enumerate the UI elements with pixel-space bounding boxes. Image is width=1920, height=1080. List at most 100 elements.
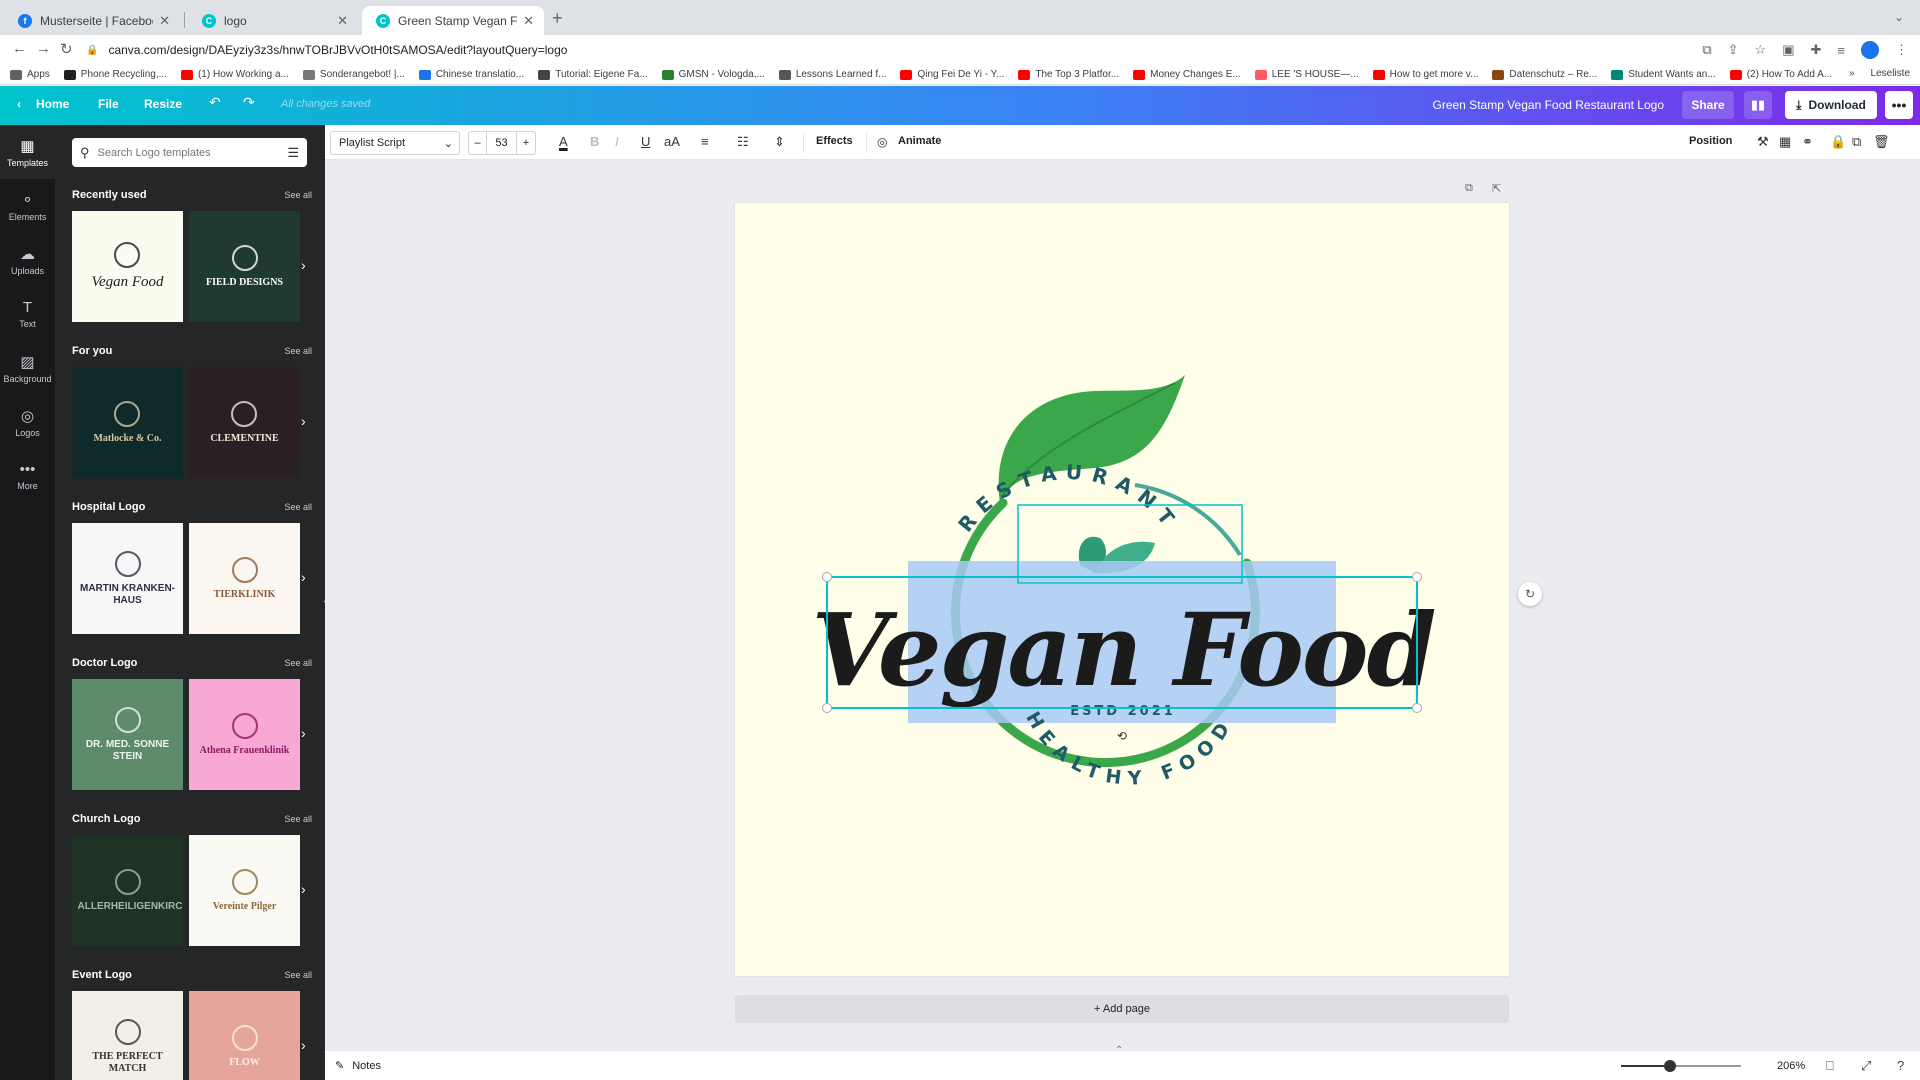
undo-icon[interactable]: ↶	[209, 94, 221, 111]
align-center-icon[interactable]: ≡	[701, 134, 709, 149]
effects-button[interactable]: Effects	[816, 135, 853, 147]
notes-button[interactable]: ✎ Notes	[335, 1059, 381, 1073]
copy-style-icon[interactable]: ⚒	[1757, 134, 1769, 150]
letter-case-icon[interactable]: aA	[664, 134, 680, 149]
bookmark-item[interactable]: How to get more v...	[1372, 69, 1478, 80]
zoom-level[interactable]: 206%	[1777, 1060, 1805, 1072]
close-tab-icon[interactable]: ✕	[523, 13, 534, 29]
filter-icon[interactable]: ☰	[287, 145, 299, 161]
bookmark-item[interactable]: Student Wants an...	[1611, 69, 1716, 80]
spacing-icon[interactable]: ⇕	[774, 134, 785, 150]
template-thumbnail[interactable]: ALLERHEILIGENKIRCHE	[72, 835, 183, 946]
redo-icon[interactable]: ↷	[243, 94, 255, 111]
close-tab-icon[interactable]: ✕	[159, 13, 170, 29]
see-all-link[interactable]: See all	[284, 190, 312, 200]
expand-notes-chevron-icon[interactable]: ⌃	[1115, 1045, 1123, 1056]
text-color-icon[interactable]: A	[559, 134, 568, 149]
chevron-right-icon[interactable]: ›	[301, 1037, 306, 1053]
template-thumbnail[interactable]: FIELD DESIGNS	[189, 211, 300, 322]
delete-icon[interactable]: 🗑	[1873, 134, 1890, 150]
transparency-icon[interactable]: ▦	[1779, 134, 1791, 150]
rail-item-logos[interactable]: ◎ Logos	[0, 395, 55, 449]
bookmark-item[interactable]: The Top 3 Platfor...	[1018, 69, 1119, 80]
template-thumbnail[interactable]: THE PERFECT MATCH	[72, 991, 183, 1080]
download-button[interactable]: ⤓ Download	[1785, 91, 1877, 119]
underline-icon[interactable]: U	[641, 134, 650, 149]
resize-handle-top-left[interactable]	[822, 572, 832, 582]
resize-handle-bottom-right[interactable]	[1412, 703, 1422, 713]
page-count-icon[interactable]: ⎕	[1826, 1058, 1834, 1074]
fullscreen-icon[interactable]: ⤢	[1861, 1058, 1871, 1074]
share-button[interactable]: Share	[1682, 91, 1734, 119]
browser-tab-active[interactable]: C Green Stamp Vegan Food Rest ✕	[362, 6, 544, 35]
zoom-slider[interactable]	[1621, 1060, 1741, 1072]
more-options-button[interactable]: •••	[1885, 91, 1913, 119]
bookmark-item[interactable]: Chinese translatio...	[418, 69, 524, 80]
see-all-link[interactable]: See all	[284, 970, 312, 980]
rail-item-text[interactable]: T Text	[0, 287, 55, 341]
list-icon[interactable]: ☷	[737, 134, 749, 150]
refresh-rotate-button[interactable]: ↻	[1518, 582, 1542, 606]
resize-handle-top-right[interactable]	[1412, 572, 1422, 582]
bookmark-item[interactable]: (2) How To Add A...	[1729, 69, 1832, 80]
template-thumbnail[interactable]: TIERKLINIK	[189, 523, 300, 634]
template-search-box[interactable]: ⚲ ☰	[72, 138, 307, 167]
rail-item-background[interactable]: ▨ Background	[0, 341, 55, 395]
bookmark-item[interactable]: Lessons Learned f...	[778, 69, 886, 80]
back-icon[interactable]: ←	[12, 40, 27, 57]
rail-item-elements[interactable]: ⚬ Elements	[0, 179, 55, 233]
rail-item-more[interactable]: ••• More	[0, 449, 55, 503]
bookmark-item[interactable]: Apps	[10, 69, 50, 80]
browser-menu-icon[interactable]: ⋮	[1895, 42, 1908, 58]
chevron-right-icon[interactable]: ›	[301, 257, 306, 273]
bookmark-item[interactable]: GMSN - Vologda,...	[661, 69, 765, 80]
reading-list-button[interactable]: Leseliste	[1871, 68, 1910, 79]
forward-icon[interactable]: →	[36, 40, 51, 57]
design-page[interactable]: Vegan Food RESTAURANT ESTD 2021 HEALTHY …	[735, 203, 1509, 976]
rotate-icon[interactable]: ⟲	[1117, 729, 1127, 743]
logo-script-text[interactable]: Vegan Food	[811, 591, 1436, 709]
bold-icon[interactable]: B	[590, 134, 599, 149]
bookmark-item[interactable]: Money Changes E...	[1133, 69, 1241, 80]
bookmark-item[interactable]: (1) How Working a...	[180, 69, 289, 80]
bookmark-item[interactable]: LEE 'S HOUSE—...	[1254, 69, 1359, 80]
insights-icon[interactable]: ▮▮	[1744, 91, 1772, 119]
browser-tab-logo[interactable]: C logo ✕	[188, 6, 358, 35]
rail-item-templates[interactable]: ▦ Templates	[0, 125, 55, 179]
chevron-right-icon[interactable]: ›	[301, 569, 306, 585]
url-field[interactable]: 🔒 canva.com/design/DAEyziy3z3s/hnwTOBrJB…	[86, 38, 1786, 62]
design-title[interactable]: Green Stamp Vegan Food Restaurant Logo	[1433, 98, 1665, 112]
chevron-right-icon[interactable]: ›	[301, 881, 306, 897]
template-thumbnail[interactable]: CLEMENTINE	[189, 367, 300, 478]
bookmark-item[interactable]: Qing Fei De Yi - Y...	[900, 69, 1004, 80]
extension-f-icon[interactable]: ▣	[1782, 42, 1794, 58]
bookmark-item[interactable]: Tutorial: Eigene Fa...	[538, 69, 648, 80]
zoom-slider-knob[interactable]	[1664, 1060, 1677, 1072]
close-tab-icon[interactable]: ✕	[337, 13, 348, 29]
lock-element-icon[interactable]: 🔒	[1830, 134, 1846, 150]
tab-search-chevron-icon[interactable]: ⌄	[1894, 10, 1904, 24]
profile-avatar[interactable]	[1861, 41, 1879, 59]
template-thumbnail[interactable]: DR. MED. SONNE STEIN	[72, 679, 183, 790]
duplicate-icon[interactable]: ⧉	[1852, 134, 1861, 150]
template-thumbnail[interactable]: Vereinte Pilger	[189, 835, 300, 946]
new-tab-icon[interactable]: +	[552, 8, 563, 29]
estd-text[interactable]: ESTD 2021	[1070, 704, 1176, 719]
home-link[interactable]: Home	[36, 97, 69, 111]
see-all-link[interactable]: See all	[284, 658, 312, 668]
bookmark-item[interactable]: Sonderangebot! |...	[302, 69, 405, 80]
chevron-right-icon[interactable]: ›	[301, 413, 306, 429]
see-all-link[interactable]: See all	[284, 814, 312, 824]
resize-menu[interactable]: Resize	[144, 97, 182, 111]
share-page-icon[interactable]: ⇪	[1728, 42, 1739, 58]
bookmark-star-icon[interactable]: ☆	[1755, 42, 1767, 58]
media-queue-icon[interactable]: ≡	[1837, 43, 1845, 58]
see-all-link[interactable]: See all	[284, 502, 312, 512]
browser-tab-facebook[interactable]: f Musterseite | Facebook ✕	[4, 6, 180, 35]
file-menu[interactable]: File	[98, 97, 119, 111]
link-icon[interactable]: ⚭	[1802, 134, 1813, 150]
animate-button[interactable]: Animate	[898, 135, 941, 147]
decrease-font-size-button[interactable]: –	[469, 132, 487, 154]
font-family-dropdown[interactable]: Playlist Script ⌄	[330, 131, 460, 155]
resize-handle-bottom-left[interactable]	[822, 703, 832, 713]
